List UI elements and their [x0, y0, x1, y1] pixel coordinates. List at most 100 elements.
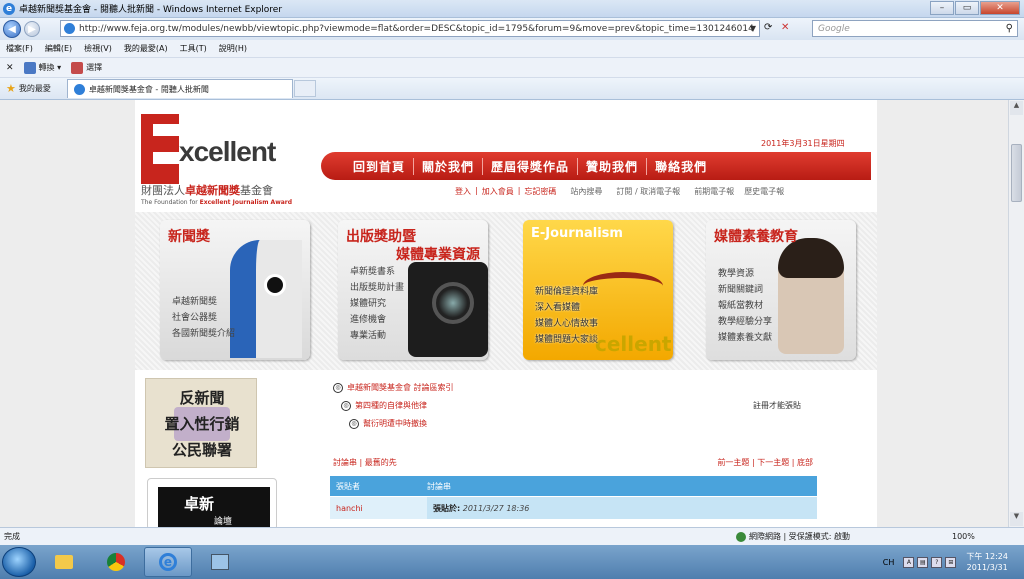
app-taskbar-button[interactable]: [196, 547, 244, 577]
tray-icon[interactable]: ▤: [917, 556, 929, 568]
explorer-taskbar-button[interactable]: [40, 547, 88, 577]
anti-placement-banner[interactable]: 反新聞 置入性行銷 公民聯署: [145, 378, 257, 468]
menu-help[interactable]: 說明(H): [213, 43, 253, 54]
page-icon: [64, 23, 75, 34]
banner-title: 媒體素養教育: [714, 229, 798, 245]
banner-link[interactable]: 媒體研究: [350, 296, 386, 312]
banner-link[interactable]: 教學經驗分享: [718, 314, 772, 330]
join-link[interactable]: 加入會員: [482, 186, 514, 197]
sub-navigation: 登入 | 加入會員 | 忘記密碼 站內搜尋 訂閱 / 取消電子報 前期電子報 歷史電…: [455, 186, 785, 197]
address-dropdown-icon[interactable]: ▼: [750, 24, 756, 33]
new-tab-button[interactable]: [293, 80, 316, 97]
history-newsletter-link[interactable]: 歷史電子報: [744, 186, 784, 197]
close-bar-icon[interactable]: ✕: [6, 63, 14, 73]
network-icon[interactable]: ⊞: [945, 556, 957, 568]
post-meta: 張貼於: 2011/3/27 18:36: [433, 503, 530, 513]
breadcrumb-topic[interactable]: ◎ 幫衍明遭中時撤換: [349, 418, 427, 429]
register-note: 註冊才能張貼: [753, 401, 801, 410]
scroll-down-icon[interactable]: ▼: [1010, 512, 1023, 526]
login-link[interactable]: 登入: [455, 186, 471, 197]
banner-link[interactable]: 卓新獎書系: [350, 264, 395, 280]
refresh-icon[interactable]: ⟳: [764, 22, 772, 33]
menu-favorites[interactable]: 我的最愛(A): [118, 43, 174, 54]
favorites-button[interactable]: 我的最愛: [19, 83, 51, 94]
select-icon: [71, 61, 84, 74]
navigation-bar: ◀ ▶ http://www.feja.org.tw/modules/newbb…: [0, 18, 1024, 40]
minimize-button[interactable]: –: [930, 1, 954, 15]
search-input[interactable]: Google: [818, 24, 850, 34]
back-button[interactable]: ◀: [3, 20, 21, 38]
banner-link[interactable]: 媒體人心情故事: [535, 316, 598, 332]
banner-link[interactable]: 媒體問題大家談: [535, 332, 598, 348]
nav-winners[interactable]: 歷屆得獎作品: [483, 157, 579, 175]
banner-link[interactable]: 出版獎助計畫: [350, 280, 404, 296]
security-zone[interactable]: 網際網路 | 受保護模式: 啟動: [736, 531, 850, 542]
forum-banner[interactable]: 卓新 論壇: [147, 478, 277, 527]
maximize-button[interactable]: ▭: [955, 1, 979, 15]
nav-contact[interactable]: 聯絡我們: [647, 158, 715, 175]
forward-button[interactable]: ▶: [24, 21, 40, 37]
banner-e-journalism[interactable]: cellent E-Journalism 新聞倫理資料庫 深入看媒體 媒體人心情…: [523, 220, 673, 360]
menu-file[interactable]: 檔案(F): [0, 43, 39, 54]
close-button[interactable]: ✕: [980, 1, 1020, 15]
banner-link[interactable]: 各國新聞獎介紹: [172, 326, 235, 342]
banner-eye-graphic: [264, 274, 286, 296]
banner-graphic: [230, 240, 302, 358]
menu-view[interactable]: 檢視(V): [78, 43, 118, 54]
zoom-level[interactable]: 100%: [952, 532, 975, 541]
nav-about[interactable]: 關於我們: [414, 157, 484, 175]
topic-nav[interactable]: 前一主題 | 下一主題 | 底部: [717, 457, 813, 468]
nav-home[interactable]: 回到首頁: [345, 157, 415, 175]
banner-link[interactable]: 進修機會: [350, 312, 386, 328]
subscribe-link[interactable]: 訂閱 / 取消電子報: [616, 186, 680, 197]
banner-publishing[interactable]: 出版獎助暨 媒體專業資源 卓新獎書系 出版獎助計畫 媒體研究 進修機會 專業活動: [338, 220, 488, 360]
breadcrumb-forum[interactable]: ◎ 第四種的自律與他律: [341, 400, 427, 411]
address-bar[interactable]: http://www.feja.org.tw/modules/newbb/vie…: [60, 20, 760, 37]
forgot-password-link[interactable]: 忘記密碼: [524, 186, 556, 197]
browser-tab[interactable]: 卓越新聞獎基金會 - 閱聽人批新聞: [66, 79, 293, 98]
tray-icon[interactable]: A: [903, 556, 915, 568]
menu-tools[interactable]: 工具(T): [174, 43, 213, 54]
banner-news-award[interactable]: 新聞獎 卓越新聞獎 社會公器獎 各國新聞獎介紹: [160, 220, 310, 360]
search-box[interactable]: Google ⚲: [812, 20, 1018, 37]
favorites-star-icon[interactable]: ★: [6, 82, 16, 95]
taskbar: e CH A ▤ ? ⊞ 下午 12:24 2011/3/31: [0, 545, 1024, 579]
banner-link[interactable]: 卓越新聞獎: [172, 294, 217, 310]
banner-link[interactable]: 媒體素養文獻: [718, 330, 772, 346]
banner-media-literacy[interactable]: 媒體素養教育 教學資源 新聞關鍵詞 報紙當教材 教學經驗分享 媒體素養文獻: [706, 220, 856, 360]
banner-link[interactable]: 報紙當教材: [718, 298, 763, 314]
logo-english-name: The Foundation for Excellent Journalism …: [141, 199, 293, 206]
ie-taskbar-button[interactable]: e: [144, 547, 192, 577]
command-bar: ✕ 轉換 ▾ 選擇: [0, 58, 1024, 78]
banner-link[interactable]: 深入看媒體: [535, 300, 580, 316]
stop-icon[interactable]: ✕: [781, 22, 789, 33]
chrome-taskbar-button[interactable]: [92, 547, 140, 577]
menu-edit[interactable]: 編輯(E): [39, 43, 78, 54]
scroll-thumb[interactable]: [1011, 144, 1022, 202]
site-search-link[interactable]: 站內搜尋: [570, 186, 602, 197]
scroll-up-icon[interactable]: ▲: [1010, 101, 1023, 115]
banner-link[interactable]: 新聞倫理資料庫: [535, 284, 598, 300]
banner-link[interactable]: 教學資源: [718, 266, 754, 282]
tray-icon[interactable]: ?: [931, 556, 943, 568]
language-indicator[interactable]: CH: [883, 558, 895, 567]
forum-icon: ◎: [333, 382, 343, 393]
nav-sponsor[interactable]: 贊助我們: [578, 157, 648, 175]
clock[interactable]: 下午 12:24 2011/3/31: [966, 551, 1008, 573]
tab-title: 卓越新聞獎基金會 - 閱聽人批新聞: [88, 84, 209, 94]
latest-newsletter-link[interactable]: 前期電子報: [694, 186, 734, 197]
thread-view-nav[interactable]: 討論串 | 最舊的先: [333, 457, 397, 468]
poster-column-header: 張貼者: [336, 481, 360, 491]
start-button[interactable]: [2, 547, 36, 577]
banner-link[interactable]: 專業活動: [350, 328, 386, 344]
banner-link[interactable]: 新聞關鍵詞: [718, 282, 763, 298]
vertical-scrollbar[interactable]: ▲ ▼: [1008, 100, 1024, 527]
site-logo[interactable]: xcellent 財團法人卓越新聞獎基金會 The Foundation for…: [141, 114, 311, 209]
poster-name[interactable]: hanchi: [330, 497, 427, 519]
sidebar: 反新聞 置入性行銷 公民聯署 卓新 論壇: [145, 378, 277, 527]
search-icon[interactable]: ⚲: [1006, 23, 1013, 34]
convert-button[interactable]: 轉換 ▾: [23, 61, 61, 74]
banner-link[interactable]: 社會公器獎: [172, 310, 217, 326]
breadcrumb-forum-index[interactable]: ◎ 卓越新聞獎基金會 討論區索引: [333, 382, 454, 393]
select-button[interactable]: 選擇: [71, 61, 102, 74]
